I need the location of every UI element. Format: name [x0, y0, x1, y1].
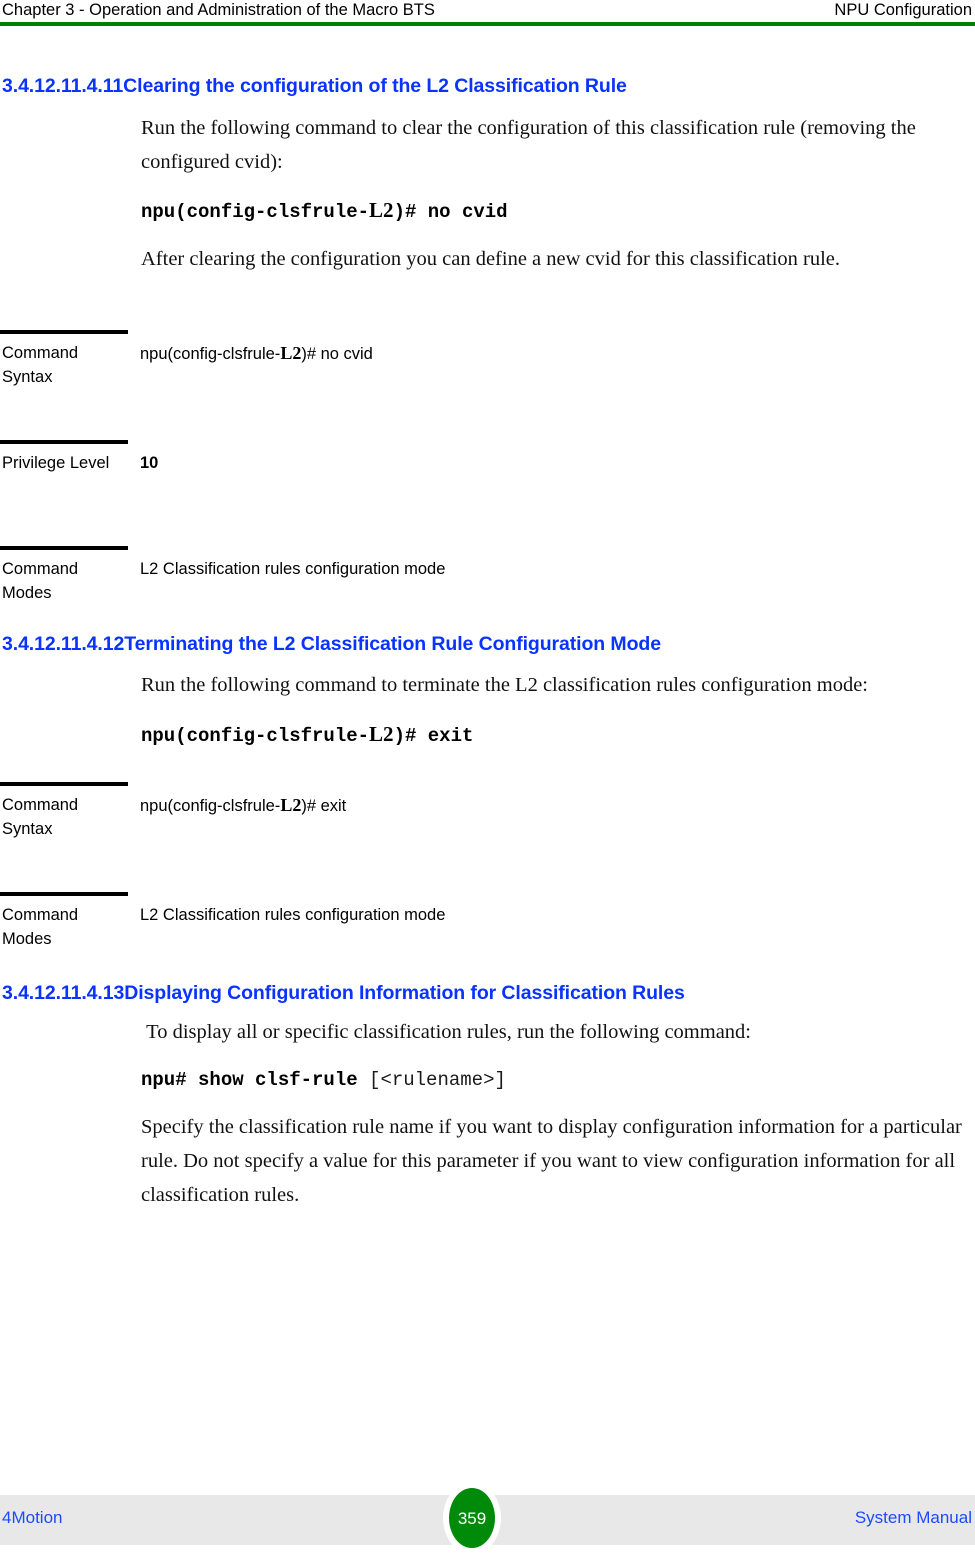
section-1-intro: Run the following command to clear the c…: [141, 117, 916, 173]
section-2-command-suffix: )# exit: [393, 725, 474, 747]
row-top-rule: [0, 440, 128, 444]
page-number-disc: 359: [449, 1488, 495, 1548]
section-title-3: Displaying Configuration Information for…: [124, 982, 685, 1004]
section-heading-1: 3.4.12.11.4.11Clearing the configuration…: [0, 74, 975, 98]
footer-product-name: 4Motion: [2, 1508, 63, 1527]
row-value-suffix: )# exit: [301, 797, 347, 815]
section-3-intro: To display all or specific classificatio…: [141, 1021, 751, 1043]
header-chapter-title: Chapter 3 - Operation and Administration…: [2, 1, 435, 19]
section-number-1: 3.4.12.11.4.11: [2, 75, 124, 97]
section-1-after-text: After clearing the configuration you can…: [141, 248, 841, 270]
page-header: Chapter 3 - Operation and Administration…: [0, 0, 975, 27]
section-number-3: 3.4.12.11.4.13: [2, 982, 125, 1004]
page-content: 3.4.12.11.4.11Clearing the configuration…: [0, 27, 975, 1212]
row-value: 10: [128, 440, 975, 475]
section-2-spec-table: Command Syntax npu(config-clsfrule-L2)# …: [0, 782, 975, 970]
header-section-title: NPU Configuration: [834, 1, 972, 19]
section-3-command: npu# show clsf-rule [<rulename>]: [141, 1066, 975, 1094]
row-top-rule: [0, 546, 128, 550]
footer-document-title: System Manual: [854, 1508, 972, 1527]
row-value-l2: L2: [280, 795, 302, 815]
row-value-l2: L2: [280, 343, 302, 363]
section-2-command-prefix: npu(config-clsfrule-: [141, 725, 370, 747]
section-2-intro: Run the following command to terminate t…: [141, 674, 868, 696]
row-label: Command Syntax: [2, 344, 79, 386]
section-2-command-l2: L2: [369, 722, 394, 746]
table-row: Command Modes L2 Classification rules co…: [0, 546, 975, 624]
section-1-command: npu(config-clsfrule-L2)# no cvid: [141, 196, 975, 226]
section-2-command: npu(config-clsfrule-L2)# exit: [141, 720, 975, 750]
section-1-spec-table: Command Syntax npu(config-clsfrule-L2)# …: [0, 330, 975, 624]
row-top-rule: [0, 782, 128, 786]
row-value-text: 10: [140, 454, 159, 472]
row-value: npu(config-clsfrule-L2)# exit: [128, 782, 975, 818]
page-number: 359: [457, 1508, 487, 1528]
section-number-2: 3.4.12.11.4.12: [2, 633, 125, 655]
row-value-prefix: npu(config-clsfrule-: [140, 797, 281, 815]
row-value-text: L2 Classification rules configuration mo…: [140, 560, 446, 578]
section-title-1: Clearing the configuration of the L2 Cla…: [123, 75, 627, 97]
row-label: Command Syntax: [2, 796, 79, 838]
section-3-command-main: npu# show clsf-rule: [141, 1069, 358, 1091]
header-divider-rule: [0, 22, 975, 26]
table-row: Command Syntax npu(config-clsfrule-L2)# …: [0, 330, 975, 440]
table-row: Command Modes L2 Classification rules co…: [0, 892, 975, 970]
row-label: Privilege Level: [2, 454, 110, 472]
section-1-command-prefix: npu(config-clsfrule-: [141, 201, 370, 223]
section-heading-3: 3.4.12.11.4.13Displaying Configuration I…: [0, 981, 975, 1005]
row-label: Command Modes: [2, 906, 79, 948]
row-top-rule: [0, 892, 128, 896]
table-row: Privilege Level 10: [0, 440, 975, 546]
section-title-2: Terminating the L2 Classification Rule C…: [124, 633, 661, 655]
row-value: L2 Classification rules configuration mo…: [128, 546, 975, 581]
page-number-badge: 359: [443, 1482, 501, 1554]
section-1-command-l2: L2: [369, 198, 394, 222]
section-3-command-optional: [<rulename>]: [369, 1069, 506, 1091]
row-top-rule: [0, 330, 128, 334]
section-heading-2: 3.4.12.11.4.12Terminating the L2 Classif…: [0, 632, 975, 656]
row-label: Command Modes: [2, 560, 79, 602]
section-1-command-suffix: )# no cvid: [393, 201, 508, 223]
section-3-after-text: Specify the classification rule name if …: [141, 1116, 962, 1206]
page-footer: 4Motion 359 System Manual: [0, 1482, 975, 1554]
row-value-prefix: npu(config-clsfrule-: [140, 345, 281, 363]
row-value-text: L2 Classification rules configuration mo…: [140, 906, 446, 924]
row-value: npu(config-clsfrule-L2)# no cvid: [128, 330, 975, 366]
row-value-suffix: )# no cvid: [301, 345, 373, 363]
row-value: L2 Classification rules configuration mo…: [128, 892, 975, 927]
table-row: Command Syntax npu(config-clsfrule-L2)# …: [0, 782, 975, 892]
